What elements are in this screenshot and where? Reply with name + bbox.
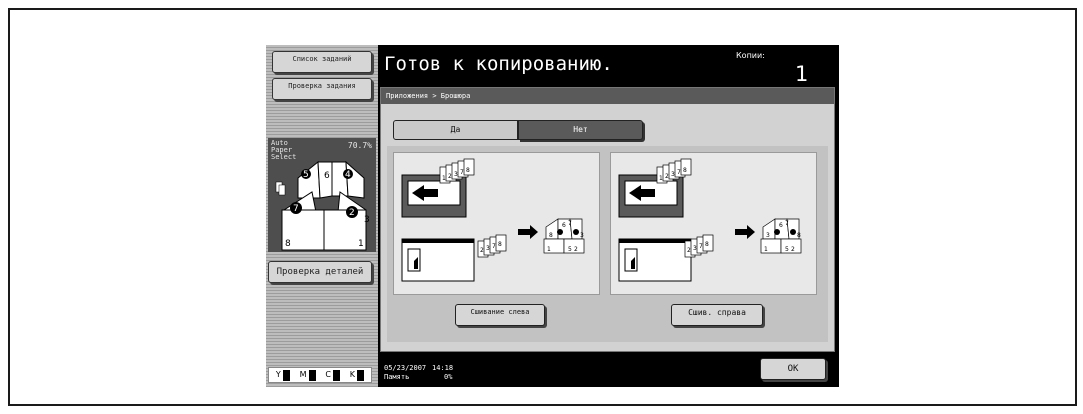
right-binding-diagram: 1 2 3 7 8 2 3 7 8 1 2 3 5 6 7 8: [618, 158, 802, 282]
right-bottom-page-2: 2: [687, 247, 691, 254]
left-result-page-6: 7: [568, 220, 572, 227]
preview-page-7: 7: [293, 204, 299, 214]
job-check-button[interactable]: Проверка задания: [272, 78, 372, 100]
left-binding-diagram: 1 2 3 7 8 2 3 7 8 5 6 7 8 1 2 3: [401, 158, 585, 282]
toner-c: C: [325, 369, 340, 381]
time-display: 14:18: [432, 364, 454, 372]
right-result-page-2: 3: [766, 232, 770, 239]
right-top-page-2: 2: [665, 173, 669, 180]
left-binding-button[interactable]: Сшивание слева: [455, 304, 545, 326]
right-top-page-7: 7: [677, 169, 681, 176]
left-top-page-1: 1: [442, 175, 446, 182]
breadcrumb: Приложения > Брошюра: [381, 88, 834, 104]
yes-tab[interactable]: Да: [393, 120, 518, 140]
preview-page-2: 2: [349, 208, 355, 218]
left-result-page-1: 2: [574, 246, 578, 253]
right-result-page-7: 8: [797, 232, 801, 239]
right-binding-card[interactable]: 1 2 3 7 8 2 3 7 8 1 2 3 5 6 7 8: [610, 152, 817, 295]
binding-options-area: 1 2 3 7 8 2 3 7 8 5 6 7 8 1 2 3 1 2 3 7 …: [387, 146, 828, 342]
arrow-right-icon: [735, 225, 755, 239]
left-result-page-7: 8: [549, 232, 553, 239]
preview-page-6: 6: [324, 171, 330, 181]
booklet-panel: Приложения > Брошюра Да Нет 1 2 3 7 8 2 …: [380, 87, 835, 352]
preview-page-5: 5: [303, 170, 309, 180]
left-bottom-page-7: 7: [492, 243, 496, 250]
right-result-page-8: 2: [791, 246, 795, 253]
toner-m-bar: [308, 369, 316, 381]
ok-button[interactable]: OK: [760, 358, 826, 380]
right-result-page-6: 7: [785, 220, 789, 227]
left-result-page-8: 1: [547, 246, 551, 253]
copies-label: Копии:: [736, 51, 765, 60]
preview-page-4: 4: [345, 170, 351, 180]
booklet-preview-graphic: 5 6 4 7 2 3 8 1: [275, 160, 370, 251]
left-result-page-2: 3: [580, 232, 584, 239]
booklet-preview: Auto Paper Select 70.7% 5 6 4 7 2 3 8 1: [268, 138, 376, 252]
right-result-page-3: 5: [785, 246, 789, 253]
right-top-page-1: 1: [659, 175, 663, 182]
left-top-page-8: 8: [466, 167, 470, 174]
right-top-page-8: 8: [683, 167, 687, 174]
toner-levels: Y M C K: [268, 367, 372, 383]
preview-page-3: 3: [364, 215, 370, 225]
right-result-page-1: 1: [764, 246, 768, 253]
toner-k-bar: [357, 369, 365, 381]
left-result-page-5: 6: [562, 222, 566, 229]
arrow-right-icon: [518, 225, 538, 239]
preview-page-1: 1: [358, 239, 364, 249]
toner-m: M: [300, 369, 316, 381]
date-display: 05/23/2007: [384, 364, 427, 372]
left-top-page-2: 2: [448, 173, 452, 180]
no-tab[interactable]: Нет: [518, 120, 643, 140]
left-bottom-page-2: 2: [480, 247, 484, 254]
toner-c-bar: [332, 369, 340, 381]
copies-value[interactable]: 1: [795, 62, 808, 86]
toner-y: Y: [276, 369, 290, 381]
right-binding-button[interactable]: Сшив. справа: [671, 304, 763, 326]
right-result-page-5: 6: [779, 222, 783, 229]
left-result-page-3: 5: [568, 246, 572, 253]
left-binding-card[interactable]: 1 2 3 7 8 2 3 7 8 5 6 7 8 1 2 3: [393, 152, 600, 295]
memory-label: Память: [384, 373, 410, 381]
left-bottom-page-8: 8: [498, 241, 502, 248]
preview-page-8: 8: [285, 239, 291, 249]
left-top-page-7: 7: [460, 169, 464, 176]
left-top-page-3: 3: [454, 171, 458, 178]
toner-k: K: [350, 369, 365, 381]
left-panel: Список заданий Проверка задания Auto Pap…: [266, 45, 378, 387]
right-bottom-page-8: 8: [705, 241, 709, 248]
right-bottom-page-7: 7: [699, 243, 703, 250]
job-list-button[interactable]: Список заданий: [272, 51, 372, 73]
toner-y-bar: [282, 369, 290, 381]
detail-check-button[interactable]: Проверка деталей: [268, 261, 372, 283]
right-bottom-page-3: 3: [693, 245, 697, 252]
right-top-page-3: 3: [671, 171, 675, 178]
status-title: Готов к копированию.: [384, 53, 613, 75]
left-bottom-page-3: 3: [486, 245, 490, 252]
memory-value: 0%: [444, 373, 453, 381]
